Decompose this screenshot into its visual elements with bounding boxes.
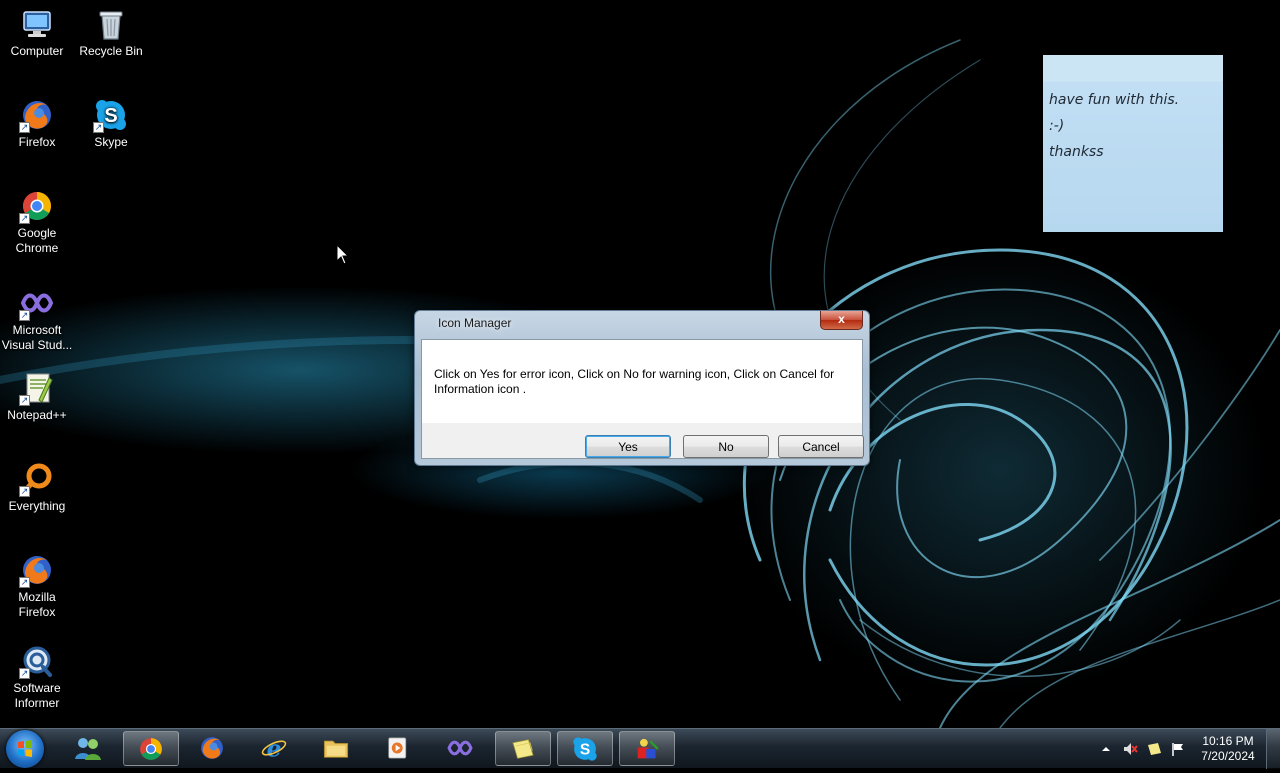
taskbar-item-visual-studio[interactable] — [433, 731, 489, 766]
no-button[interactable]: No — [683, 435, 769, 458]
cancel-button[interactable]: Cancel — [778, 435, 864, 458]
desktop-icon-google-chrome[interactable]: ↗ Google Chrome — [0, 188, 74, 256]
shortcut-arrow-icon: ↗ — [19, 577, 30, 588]
notepadpp-icon: ↗ — [19, 370, 55, 406]
firefox-icon — [201, 737, 223, 759]
clock-time: 10:16 PM — [1202, 734, 1254, 748]
sticky-note-line: have fun with this. — [1049, 92, 1180, 108]
skype-icon: S — [573, 737, 597, 761]
shortcut-arrow-icon: ↗ — [19, 122, 30, 133]
folder-icon — [323, 740, 349, 758]
desktop-icon-skype[interactable]: S ↗ Skype — [74, 97, 148, 150]
sticky-note[interactable]: have fun with this. :-) thankss — [1043, 55, 1223, 232]
taskbar-item-people[interactable] — [61, 731, 117, 766]
clock-date: 7/20/2024 — [1201, 749, 1255, 763]
dialog-message: Click on Yes for error icon, Click on No… — [434, 367, 835, 396]
taskbar-item-internet-explorer[interactable]: e — [247, 731, 303, 766]
desktop-icon-everything[interactable]: ↗ Everything — [0, 461, 74, 514]
sticky-note-tray-icon[interactable] — [1146, 741, 1162, 757]
desktop-icon-label: Everything — [8, 499, 66, 513]
desktop-icon-label: Skype — [94, 135, 128, 149]
desktop-icon-label: Firefox — [18, 135, 56, 149]
desktop-icon-notepadpp[interactable]: ↗ Notepad++ — [0, 370, 74, 423]
taskbar: e S 10:16 PM 7/20/2024 — [0, 728, 1280, 769]
desktop-icon-computer[interactable]: Computer — [0, 6, 74, 59]
taskbar-item-skype[interactable]: S — [557, 731, 613, 766]
taskbar-item-firefox[interactable] — [185, 731, 241, 766]
sticky-notes-icon — [512, 739, 534, 759]
shortcut-arrow-icon: ↗ — [19, 486, 30, 497]
windows-logo-icon — [18, 740, 32, 757]
yes-button[interactable]: Yes — [585, 435, 671, 458]
taskbar-item-sticky-notes[interactable] — [495, 731, 551, 766]
computer-icon — [19, 6, 55, 42]
desktop-icon-firefox[interactable]: ↗ Firefox — [0, 97, 74, 150]
desktop-icon-visual-studio[interactable]: ↗ Microsoft Visual Stud... — [0, 285, 74, 353]
desktop[interactable]: Computer Recycle Bin ↗ Firefox S ↗ Skype… — [0, 0, 1280, 728]
shortcut-arrow-icon: ↗ — [93, 122, 104, 133]
desktop-icon-software-informer[interactable]: ↗ Software Informer — [0, 643, 74, 711]
desktop-icon-label: Notepad++ — [7, 408, 67, 422]
shortcut-arrow-icon: ↗ — [19, 213, 30, 224]
chrome-icon — [140, 738, 162, 760]
taskbar-item-icon-manager[interactable] — [619, 731, 675, 766]
dialog-title: Icon Manager — [438, 316, 512, 330]
svg-text:e: e — [267, 735, 282, 762]
skype-icon: S ↗ — [93, 97, 129, 133]
firefox-icon: ↗ — [19, 552, 55, 588]
action-center-flag-icon[interactable] — [1170, 741, 1186, 757]
volume-muted-icon[interactable] — [1122, 741, 1138, 757]
show-hidden-icons-icon[interactable] — [1098, 741, 1114, 757]
desktop-icon-label: Mozilla Firefox — [18, 590, 56, 619]
start-button[interactable] — [6, 730, 44, 768]
sticky-note-line: :-) — [1049, 118, 1065, 134]
taskbar-item-media-player[interactable] — [371, 731, 427, 766]
visual-studio-icon: ↗ — [19, 285, 55, 321]
shortcut-arrow-icon: ↗ — [19, 668, 30, 679]
taskbar-item-folder[interactable] — [309, 731, 365, 766]
desktop-icon-label: Computer — [10, 44, 64, 58]
dialog-client-area: Click on Yes for error icon, Click on No… — [421, 339, 864, 459]
desktop-icon-mozilla-firefox[interactable]: ↗ Mozilla Firefox — [0, 552, 74, 620]
icon-manager-app-icon — [637, 738, 659, 759]
show-desktop-button[interactable] — [1266, 729, 1280, 769]
shortcut-arrow-icon: ↗ — [19, 310, 30, 321]
taskbar-item-chrome[interactable] — [123, 731, 179, 766]
icon-manager-dialog: Icon Manager x Click on Yes for error ic… — [414, 310, 870, 466]
mouse-cursor-icon — [336, 244, 350, 265]
visual-studio-icon — [447, 740, 473, 756]
everything-icon: ↗ — [19, 461, 55, 497]
desktop-icon-label: Recycle Bin — [79, 44, 143, 58]
desktop-icon-label: Microsoft Visual Stud... — [1, 323, 73, 352]
software-informer-icon: ↗ — [19, 643, 55, 679]
desktop-icon-label: Software Informer — [13, 681, 61, 710]
desktop-icon-label: Google Chrome — [15, 226, 59, 255]
desktop-icon-recycle-bin[interactable]: Recycle Bin — [74, 6, 148, 59]
internet-explorer-icon: e — [261, 735, 287, 762]
chrome-icon: ↗ — [19, 188, 55, 224]
sticky-note-line: thankss — [1049, 144, 1104, 160]
firefox-icon: ↗ — [19, 97, 55, 133]
people-icon — [75, 738, 101, 760]
svg-text:S: S — [104, 105, 117, 127]
shortcut-arrow-icon: ↗ — [19, 395, 30, 406]
recycle-bin-icon — [93, 6, 129, 42]
close-button[interactable]: x — [820, 311, 863, 330]
svg-text:S: S — [580, 741, 590, 758]
message-area: Click on Yes for error icon, Click on No… — [422, 340, 862, 423]
taskbar-clock[interactable]: 10:16 PM 7/20/2024 — [1190, 734, 1266, 764]
media-player-icon — [388, 737, 407, 759]
